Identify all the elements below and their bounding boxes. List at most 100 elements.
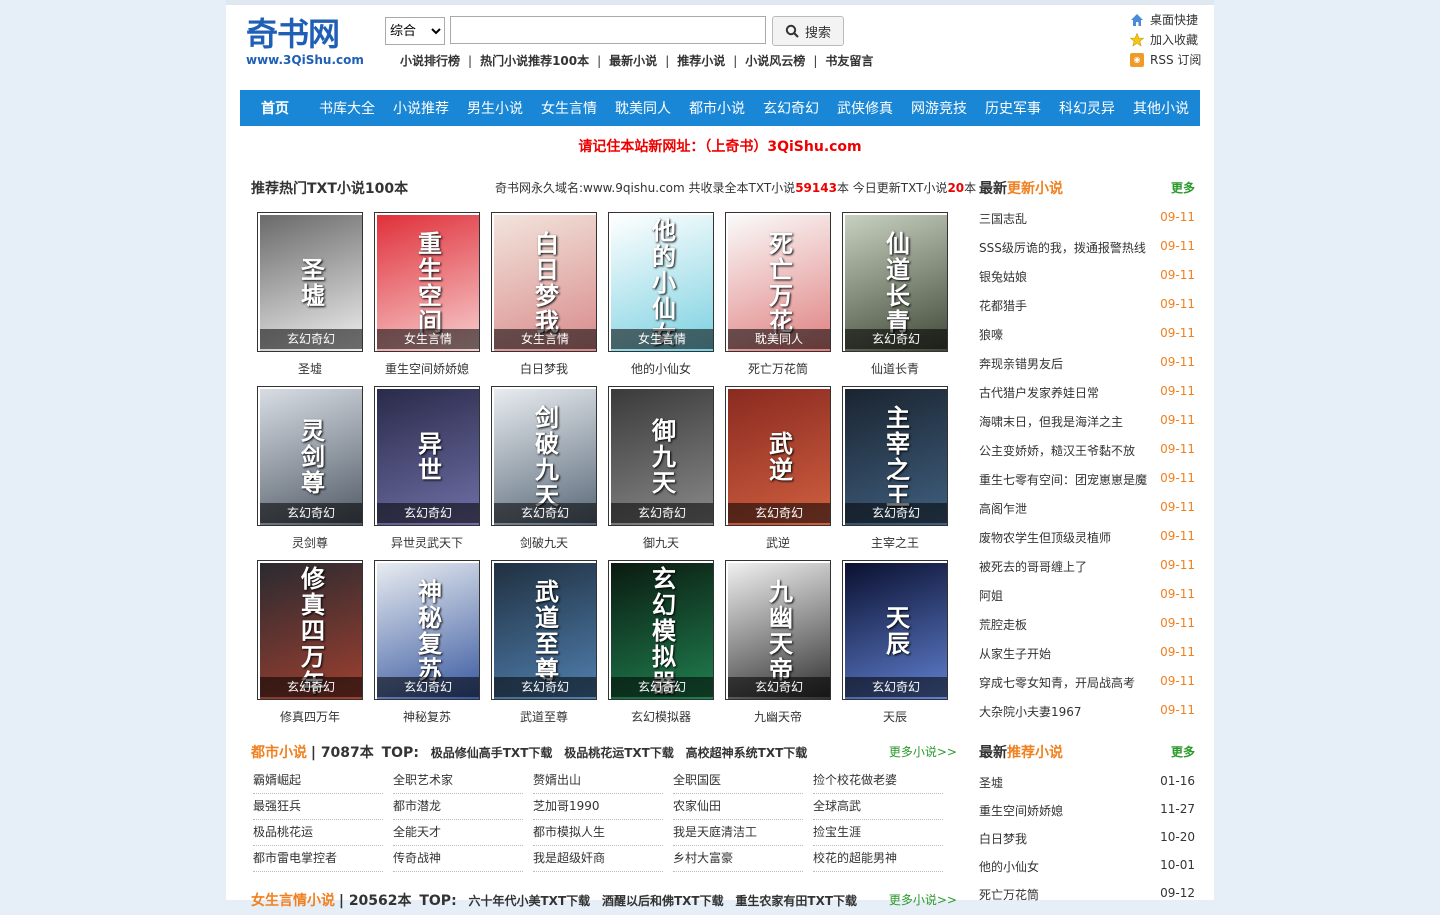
novel-title[interactable]: 海啸末日，但我是海洋之主: [979, 413, 1149, 430]
book-cover[interactable]: 白日梦我 女生言情: [491, 212, 597, 352]
quick-link-guestbook[interactable]: 书友留言: [825, 54, 873, 68]
list-item[interactable]: 银兔姑娘 09-11: [979, 268, 1195, 297]
book-title[interactable]: 武逆: [725, 534, 831, 551]
recommend-more-link[interactable]: 更多: [1171, 743, 1195, 760]
novel-title[interactable]: 死亡万花筒: [979, 886, 1149, 903]
book-cover[interactable]: 御九天 玄幻奇幻: [608, 386, 714, 526]
nav-other[interactable]: 其他小说: [1124, 98, 1198, 118]
romance-top-link[interactable]: 重生农家有田TXT下载: [735, 894, 857, 908]
city-top-link[interactable]: 极品桃花运TXT下载: [564, 746, 674, 760]
city-category-name[interactable]: 都市小说: [251, 745, 307, 761]
book-cover[interactable]: 九幽天帝 玄幻奇幻: [725, 560, 831, 700]
add-favorite-link[interactable]: 加入收藏: [1130, 32, 1210, 52]
book-title[interactable]: 白日梦我: [491, 360, 597, 377]
novel-title[interactable]: 阿姐: [979, 587, 1149, 604]
book-cover[interactable]: 异世 玄幻奇幻: [374, 386, 480, 526]
quick-link-hot100[interactable]: 热门小说推荐100本: [480, 54, 589, 68]
list-item[interactable]: 全职国医: [673, 768, 803, 794]
list-item[interactable]: 奔现亲错男友后 09-11: [979, 355, 1195, 384]
list-item[interactable]: 白日梦我 10-20: [979, 830, 1195, 859]
novel-title[interactable]: 重生空间娇娇媳: [979, 802, 1149, 819]
nav-female[interactable]: 女生言情: [532, 98, 606, 118]
book-cover[interactable]: 圣墟 玄幻奇幻: [257, 212, 363, 352]
city-top-link[interactable]: 极品修仙高手TXT下载: [431, 746, 553, 760]
list-item[interactable]: 乡村大富豪: [673, 846, 803, 872]
book-title[interactable]: 九幽天帝: [725, 708, 831, 725]
novel-title[interactable]: 荒腔走板: [979, 616, 1149, 633]
list-item[interactable]: SSS级厉诡的我，拨通报警热线 09-11: [979, 239, 1195, 268]
quick-link-rank[interactable]: 小说排行榜: [400, 54, 460, 68]
book-title[interactable]: 武道至尊: [491, 708, 597, 725]
list-item[interactable]: 都市潜龙: [393, 794, 523, 820]
book-title[interactable]: 异世灵武天下: [374, 534, 480, 551]
book-cover[interactable]: 他的小仙女 女生言情: [608, 212, 714, 352]
search-category-select[interactable]: 综合: [385, 17, 445, 45]
list-item[interactable]: 最强狂兵: [253, 794, 383, 820]
nav-wuxia[interactable]: 武侠修真: [828, 98, 902, 118]
quick-link-recommend[interactable]: 推荐小说: [677, 54, 725, 68]
nav-library[interactable]: 书库大全: [310, 98, 384, 118]
list-item[interactable]: 阿姐 09-11: [979, 587, 1195, 616]
novel-title[interactable]: 古代猎户发家养娃日常: [979, 384, 1149, 401]
book-cover[interactable]: 主宰之王 玄幻奇幻: [842, 386, 948, 526]
book-cover[interactable]: 重生空间 女生言情: [374, 212, 480, 352]
book-title[interactable]: 他的小仙女: [608, 360, 714, 377]
quick-link-chart[interactable]: 小说风云榜: [745, 54, 805, 68]
book-title[interactable]: 重生空间娇娇媳: [374, 360, 480, 377]
list-item[interactable]: 海啸末日，但我是海洋之主 09-11: [979, 413, 1195, 442]
list-item[interactable]: 大杂院小夫妻1967 09-11: [979, 703, 1195, 732]
novel-title[interactable]: 大杂院小夫妻1967: [979, 703, 1149, 720]
list-item[interactable]: 他的小仙女 10-01: [979, 858, 1195, 887]
novel-title[interactable]: 穿成七零女知青，开局战高考: [979, 674, 1149, 691]
book-title[interactable]: 剑破九天: [491, 534, 597, 551]
book-cover[interactable]: 玄幻模拟器 玄幻奇幻: [608, 560, 714, 700]
nav-danmei[interactable]: 耽美同人: [606, 98, 680, 118]
list-item[interactable]: 赘婿出山: [533, 768, 663, 794]
list-item[interactable]: 被死去的哥哥缠上了 09-11: [979, 558, 1195, 587]
list-item[interactable]: 重生空间娇娇媳 11-27: [979, 802, 1195, 831]
list-item[interactable]: 农家仙田: [673, 794, 803, 820]
list-item[interactable]: 全球高武: [813, 794, 943, 820]
desktop-shortcut-link[interactable]: 桌面快捷: [1130, 12, 1210, 32]
nav-city[interactable]: 都市小说: [680, 98, 754, 118]
book-cover[interactable]: 武道至尊 玄幻奇幻: [491, 560, 597, 700]
list-item[interactable]: 穿成七零女知青，开局战高考 09-11: [979, 674, 1195, 703]
list-item[interactable]: 公主变娇娇，糙汉王爷黏不放 09-11: [979, 442, 1195, 471]
nav-male[interactable]: 男生小说: [458, 98, 532, 118]
novel-title[interactable]: 奔现亲错男友后: [979, 355, 1149, 372]
city-more-link[interactable]: 更多小说>>: [889, 743, 957, 760]
book-title[interactable]: 玄幻模拟器: [608, 708, 714, 725]
book-title[interactable]: 圣墟: [257, 360, 363, 377]
book-cover[interactable]: 死亡万花 耽美同人: [725, 212, 831, 352]
book-title[interactable]: 天辰: [842, 708, 948, 725]
list-item[interactable]: 我是超级奸商: [533, 846, 663, 872]
list-item[interactable]: 芝加哥1990: [533, 794, 663, 820]
book-title[interactable]: 御九天: [608, 534, 714, 551]
book-title[interactable]: 修真四万年: [257, 708, 363, 725]
book-cover[interactable]: 灵剑尊 玄幻奇幻: [257, 386, 363, 526]
nav-recommend[interactable]: 小说推荐: [384, 98, 458, 118]
quick-link-latest[interactable]: 最新小说: [609, 54, 657, 68]
nav-history[interactable]: 历史军事: [976, 98, 1050, 118]
list-item[interactable]: 废物农学生但顶级灵植师 09-11: [979, 529, 1195, 558]
list-item[interactable]: 从家生子开始 09-11: [979, 645, 1195, 674]
book-title[interactable]: 灵剑尊: [257, 534, 363, 551]
book-title[interactable]: 主宰之王: [842, 534, 948, 551]
list-item[interactable]: 都市模拟人生: [533, 820, 663, 846]
search-input[interactable]: [450, 16, 766, 44]
novel-title[interactable]: 重生七零有空间：团宠崽崽是魔: [979, 471, 1149, 488]
list-item[interactable]: 荒腔走板 09-11: [979, 616, 1195, 645]
list-item[interactable]: 狼嚎 09-11: [979, 326, 1195, 355]
novel-title[interactable]: 白日梦我: [979, 830, 1149, 847]
novel-title[interactable]: 被死去的哥哥缠上了: [979, 558, 1149, 575]
romance-category-name[interactable]: 女生言情小说: [251, 893, 335, 909]
nav-fantasy[interactable]: 玄幻奇幻: [754, 98, 828, 118]
book-title[interactable]: 死亡万花筒: [725, 360, 831, 377]
list-item[interactable]: 全能天才: [393, 820, 523, 846]
list-item[interactable]: 我是天庭清洁工: [673, 820, 803, 846]
book-cover[interactable]: 剑破九天 玄幻奇幻: [491, 386, 597, 526]
book-cover[interactable]: 修真四万年 玄幻奇幻: [257, 560, 363, 700]
list-item[interactable]: 高阁乍泄 09-11: [979, 500, 1195, 529]
list-item[interactable]: 三国志乱 09-11: [979, 210, 1195, 239]
search-button[interactable]: 搜索: [772, 16, 844, 46]
